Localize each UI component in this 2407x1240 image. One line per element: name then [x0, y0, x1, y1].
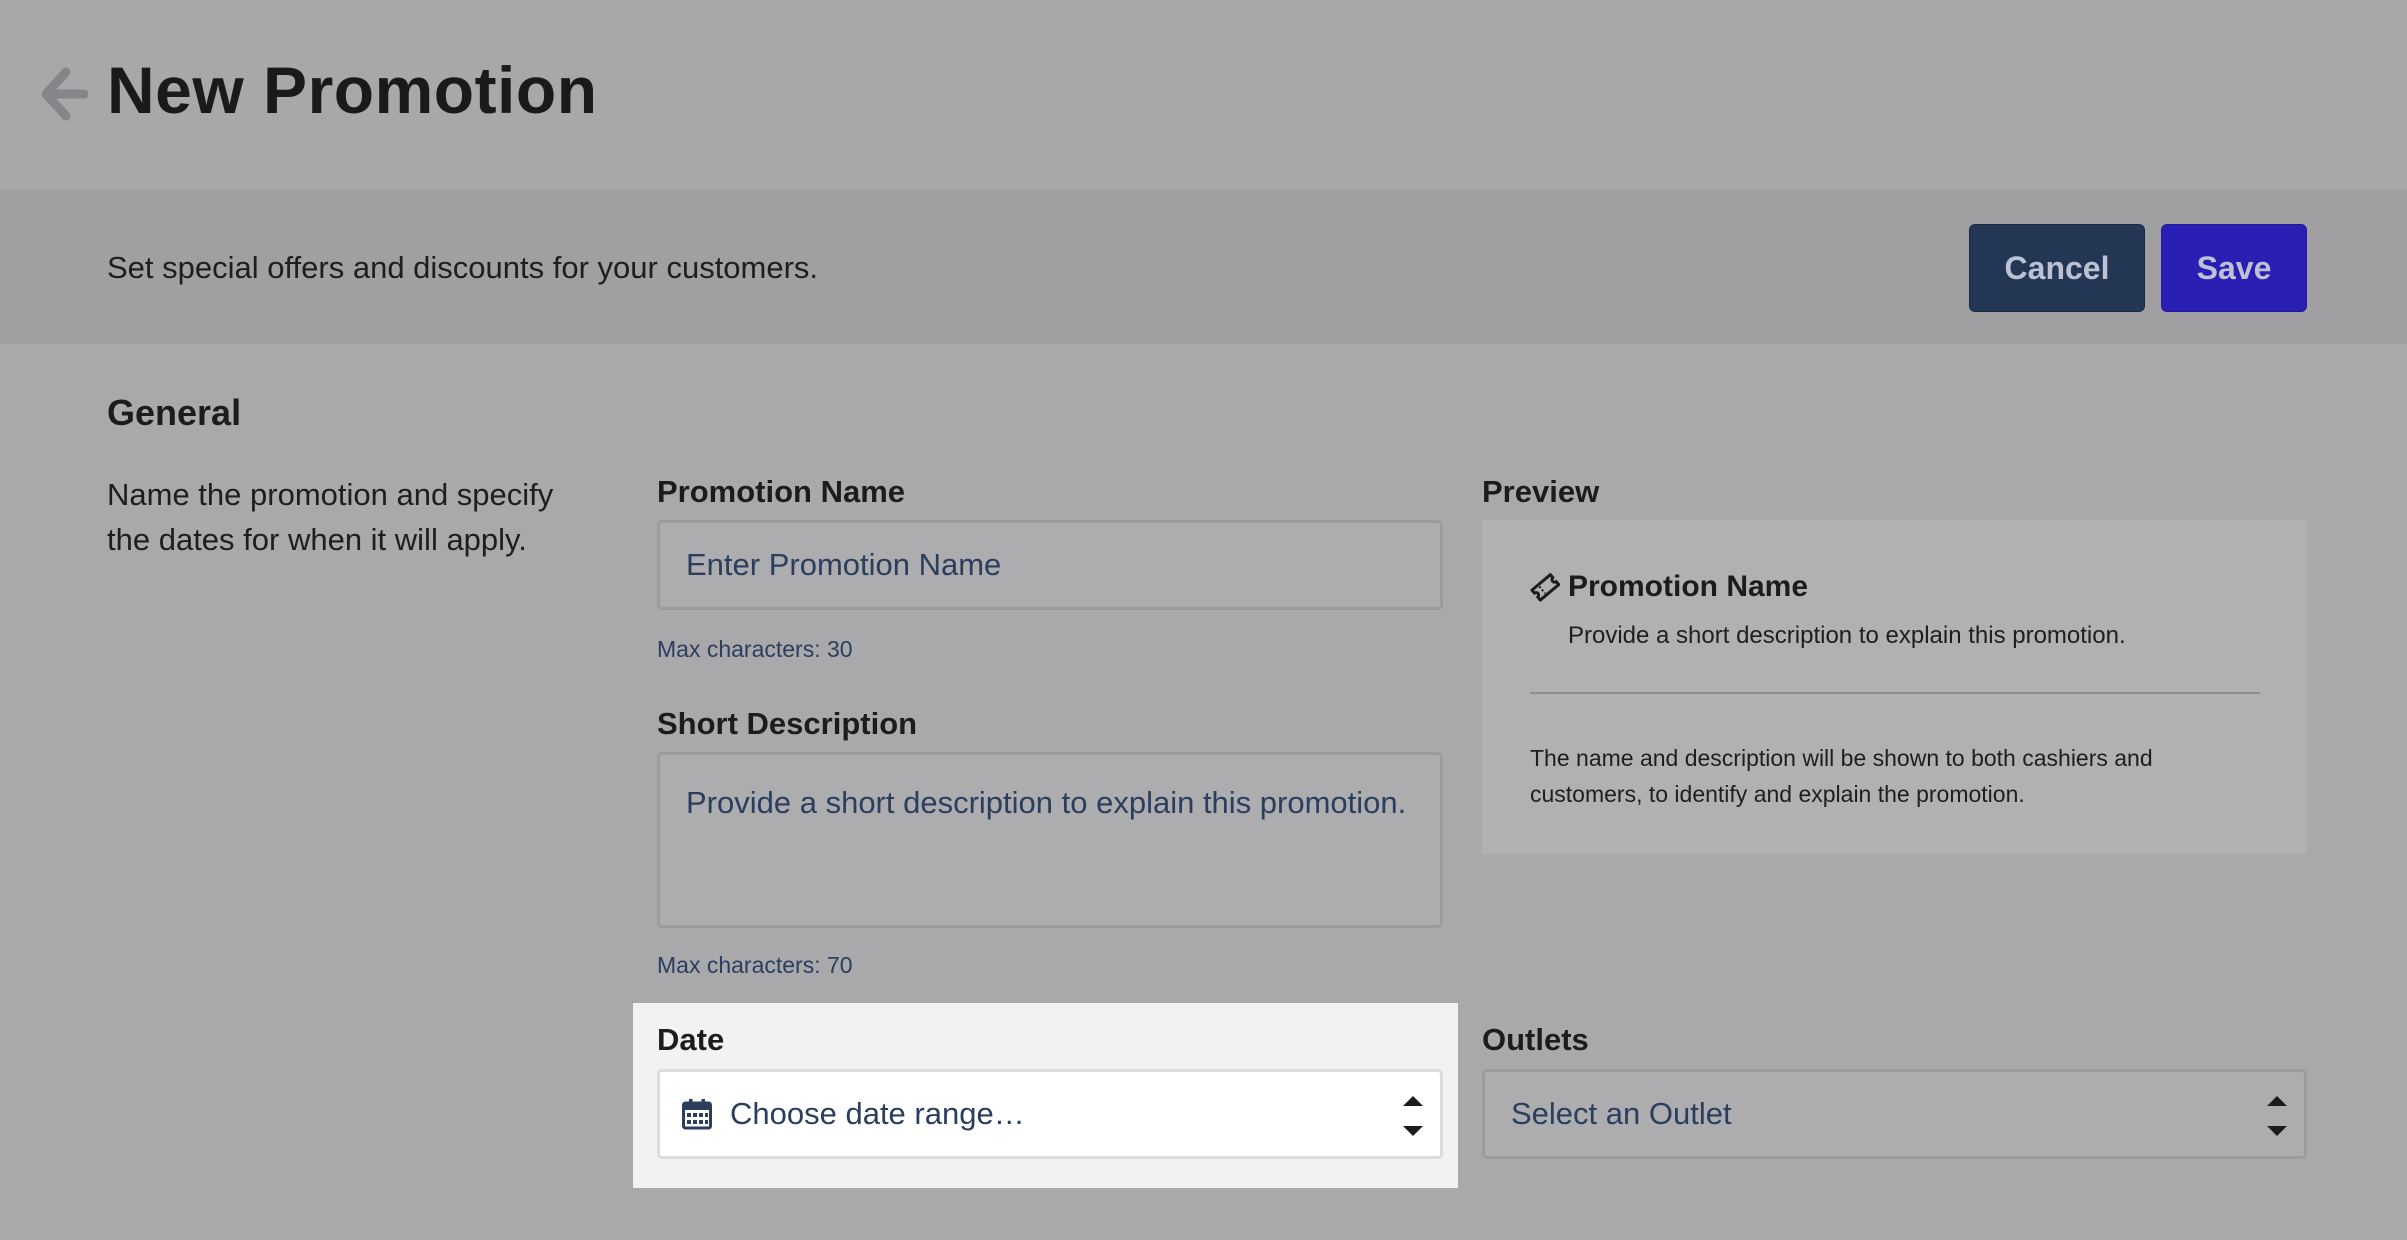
short-description-hint: Max characters: 70 — [657, 952, 853, 978]
page-title: New Promotion — [107, 53, 598, 127]
section-description: Name the promotion and specify the dates… — [107, 477, 554, 557]
promotion-name-hint: Max characters: 30 — [657, 636, 853, 662]
ticket-icon — [1530, 573, 1560, 602]
outlets-label: Outlets — [1482, 1022, 1589, 1057]
outlet-select[interactable]: Select an Outlet — [1482, 1069, 2307, 1159]
short-description-label: Short Description — [657, 706, 918, 741]
divider — [1530, 692, 2260, 694]
outlet-placeholder: Select an Outlet — [1511, 1096, 1732, 1131]
cancel-button[interactable]: Cancel — [1969, 224, 2145, 312]
promotion-name-input[interactable]: Enter Promotion Name — [657, 520, 1443, 610]
calendar-icon — [682, 1099, 712, 1130]
promotion-name-label: Promotion Name — [657, 474, 906, 509]
preview-promotion-description: Provide a short description to explain t… — [1568, 622, 2126, 649]
preview-promotion-name: Promotion Name — [1568, 570, 1809, 603]
preview-note: The name and description will be shown t… — [1530, 745, 2153, 807]
date-label: Date — [657, 1022, 725, 1057]
short-description-textarea[interactable]: Provide a short description to explain t… — [657, 752, 1443, 928]
preview-label: Preview — [1482, 474, 1600, 509]
up-down-arrows-icon — [1403, 1096, 1423, 1136]
page-description: Set special offers and discounts for you… — [107, 250, 819, 285]
save-button[interactable]: Save — [2161, 224, 2307, 312]
up-down-arrows-icon — [2267, 1096, 2287, 1136]
arrow-left-icon[interactable] — [40, 66, 88, 122]
section-title: General — [107, 392, 242, 433]
date-range-select[interactable]: Choose date range… — [657, 1069, 1443, 1159]
date-range-placeholder: Choose date range… — [730, 1096, 1025, 1131]
page-header: New Promotion — [0, 0, 2407, 191]
